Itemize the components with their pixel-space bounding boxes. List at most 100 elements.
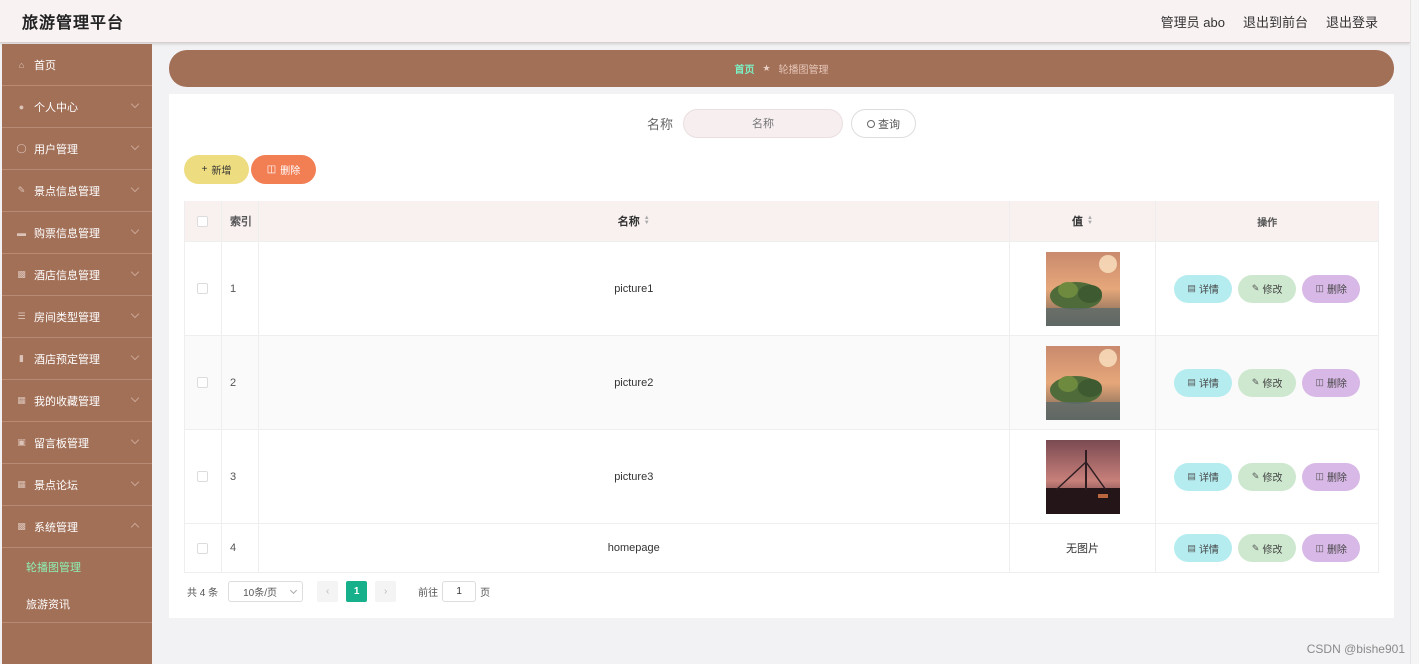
row-name: picture2: [259, 336, 1010, 429]
pencil-icon: ✎: [1251, 542, 1260, 553]
edit-button[interactable]: ✎ 修改: [1238, 462, 1297, 491]
chart-icon: ▮: [19, 353, 24, 363]
page-size-value: 10条/页: [243, 588, 278, 599]
sidebar-item-label: 系统管理: [34, 521, 78, 534]
sidebar-item-messages[interactable]: ▣ 留言板管理: [2, 422, 152, 464]
sidebar-item-home[interactable]: ⌂ 首页: [2, 44, 152, 86]
logout-link[interactable]: 退出登录: [1326, 12, 1378, 31]
sidebar-subitem-news[interactable]: 旅游资讯: [2, 585, 152, 622]
sidebar-item-favorites[interactable]: ▦ 我的收藏管理: [2, 380, 152, 422]
sidebar-item-room-types[interactable]: ☰ 房间类型管理: [2, 296, 152, 338]
sidebar-item-label: 用户管理: [34, 143, 78, 156]
sidebar-item-label: 我的收藏管理: [34, 395, 100, 408]
row-value: [1010, 336, 1157, 429]
edit-button[interactable]: ✎ 修改: [1238, 368, 1297, 397]
search-button-label: 查询: [878, 118, 900, 131]
row-actions: ▤ 详情 ✎ 修改 ◫ 删除: [1156, 524, 1378, 572]
current-user[interactable]: 管理员 abo: [1161, 12, 1225, 31]
page-size-select[interactable]: 10条/页: [228, 581, 304, 602]
chevron-down-icon: [130, 477, 140, 487]
add-button[interactable]: + 新增: [184, 155, 249, 184]
system-submenu: 轮播图管理 旅游资讯: [2, 548, 152, 623]
row-checkbox-cell: [185, 336, 222, 429]
breadcrumb-home[interactable]: 首页: [734, 61, 754, 76]
delete-button[interactable]: ◫ 删除: [1302, 368, 1361, 397]
chevron-down-icon: [130, 225, 140, 235]
row-index: 3: [222, 430, 259, 523]
view-label: 详情: [1198, 544, 1219, 556]
header-name-label: 名称: [617, 216, 640, 228]
sidebar-item-label: 购票信息管理: [34, 227, 100, 240]
row-actions: ▤ 详情 ✎ 修改 ◫ 删除: [1156, 336, 1378, 429]
header-checkbox-cell: [185, 201, 222, 241]
sort-icon[interactable]: ▲ ▼: [1087, 215, 1093, 226]
page-number-current[interactable]: 1: [346, 581, 368, 602]
sidebar-item-label: 个人中心: [34, 101, 78, 114]
delete-button[interactable]: ◫ 删除: [1302, 274, 1361, 303]
window-edge: [1410, 0, 1419, 664]
goto-page-input[interactable]: [442, 581, 477, 602]
bulk-delete-button[interactable]: ◫ 删除: [251, 155, 316, 184]
chevron-up-icon: [130, 522, 140, 532]
select-all-checkbox[interactable]: [197, 215, 209, 227]
table-row: 3 picture3 ▤ 详情 ✎ 修改 ◫ 删除: [185, 429, 1378, 523]
exit-to-front-link[interactable]: 退出到前台: [1243, 12, 1308, 31]
view-button[interactable]: ▤ 详情: [1174, 274, 1233, 303]
view-label: 详情: [1198, 285, 1219, 296]
header-actions: 管理员 abo 退出到前台 退出登录: [1161, 12, 1388, 31]
edit-button[interactable]: ✎ 修改: [1238, 534, 1297, 562]
edit-button[interactable]: ✎ 修改: [1238, 274, 1297, 303]
search-input[interactable]: [683, 109, 843, 138]
sidebar-item-label: 房间类型管理: [34, 311, 100, 324]
sidebar-item-scenic[interactable]: ✎ 景点信息管理: [2, 170, 152, 212]
sidebar-item-label: 首页: [34, 59, 56, 72]
view-button[interactable]: ▤ 详情: [1174, 462, 1233, 491]
delete-label: 删除: [1326, 473, 1347, 484]
sidebar-item-label: 酒店预定管理: [34, 353, 100, 366]
next-page-button[interactable]: ›: [375, 581, 397, 602]
sidebar-item-system[interactable]: ▩ 系统管理: [2, 506, 152, 548]
trash-icon: ◫: [1315, 283, 1324, 293]
sidebar: ⌂ 首页 ● 个人中心 ◯ 用户管理 ✎ 景点信息管理 ▬ 购票信息管理 ▩ 酒…: [2, 44, 152, 664]
sidebar-item-forum[interactable]: ▦ 景点论坛: [2, 464, 152, 506]
view-label: 详情: [1198, 379, 1219, 390]
delete-label: 删除: [1326, 285, 1347, 296]
row-checkbox-cell: [185, 524, 222, 572]
plus-icon: +: [201, 164, 208, 175]
delete-button[interactable]: ◫ 删除: [1302, 462, 1361, 491]
chevron-down-icon: [130, 267, 140, 277]
trash-icon: ◫: [1315, 471, 1324, 481]
header-value[interactable]: 值 ▲ ▼: [1010, 201, 1157, 241]
ticket-icon: ▬: [17, 227, 26, 238]
row-checkbox[interactable]: [197, 283, 209, 294]
row-actions: ▤ 详情 ✎ 修改 ◫ 删除: [1156, 242, 1378, 335]
search-button[interactable]: 查询: [851, 109, 916, 138]
view-button[interactable]: ▤ 详情: [1174, 368, 1233, 397]
sort-icon[interactable]: ▲ ▼: [644, 215, 650, 226]
top-header: 旅游管理平台 管理员 abo 退出到前台 退出登录: [0, 0, 1410, 43]
sidebar-subitem-carousel[interactable]: 轮播图管理: [2, 548, 152, 585]
row-value: [1010, 430, 1157, 523]
data-table: 索引 名称 ▲ ▼ 值 ▲ ▼ 操作 1 picture1 ▤ 详情 ✎ 修改 …: [184, 201, 1379, 573]
carousel-thumbnail: [1045, 439, 1120, 514]
table-row: 1 picture1 ▤ 详情 ✎ 修改 ◫ 删除: [185, 241, 1378, 335]
sidebar-item-profile[interactable]: ● 个人中心: [2, 86, 152, 128]
row-checkbox[interactable]: [197, 471, 209, 482]
sidebar-item-users[interactable]: ◯ 用户管理: [2, 128, 152, 170]
delete-button[interactable]: ◫ 删除: [1302, 534, 1361, 562]
header-name[interactable]: 名称 ▲ ▼: [259, 201, 1010, 241]
sidebar-item-hotels[interactable]: ▩ 酒店信息管理: [2, 254, 152, 296]
user-group-icon: ◯: [16, 143, 27, 153]
prev-page-button[interactable]: ‹: [317, 581, 339, 602]
forum-icon: ▦: [17, 479, 26, 489]
view-button[interactable]: ▤ 详情: [1174, 534, 1233, 562]
document-icon: ▤: [1187, 377, 1196, 387]
row-checkbox[interactable]: [197, 377, 209, 388]
sidebar-item-tickets[interactable]: ▬ 购票信息管理: [2, 212, 152, 254]
row-name: picture3: [259, 430, 1010, 523]
row-checkbox[interactable]: [197, 542, 209, 554]
sidebar-item-bookings[interactable]: ▮ 酒店预定管理: [2, 338, 152, 380]
table-row: 4 homepage 无图片 ▤ 详情 ✎ 修改 ◫ 删除: [185, 523, 1378, 573]
sidebar-item-label: 景点信息管理: [34, 185, 100, 198]
chevron-down-icon: [130, 309, 140, 319]
